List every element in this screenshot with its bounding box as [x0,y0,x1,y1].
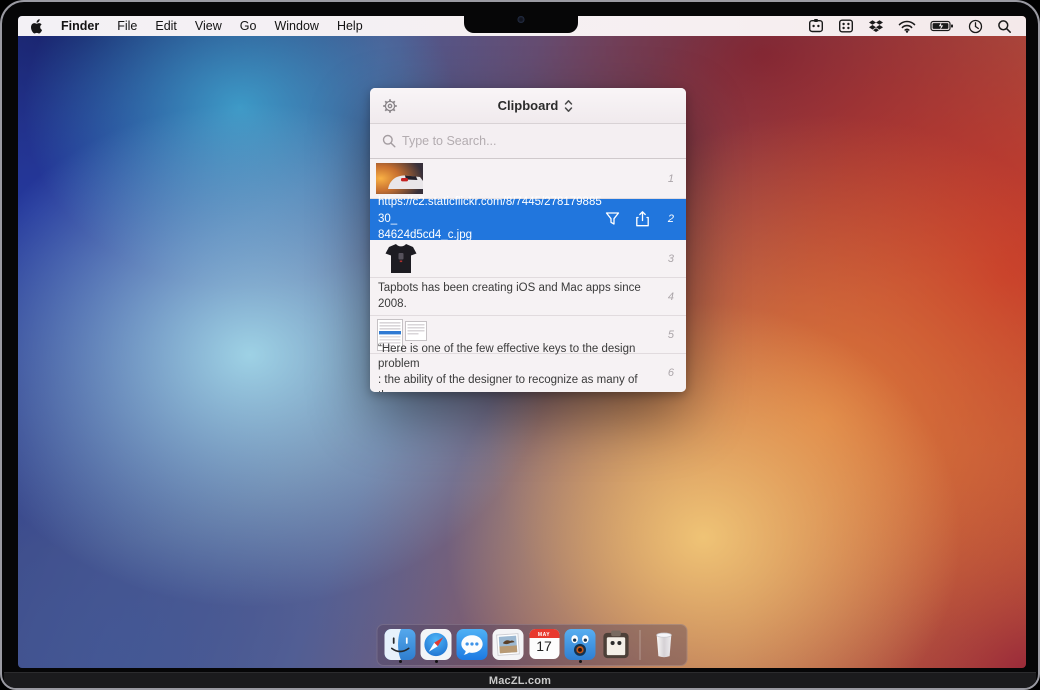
webcam-icon [518,16,525,23]
battery-charging-icon[interactable] [930,19,954,33]
pastebot-icon [601,629,632,660]
calendar-day: 17 [529,638,559,654]
calendar-month: MAY [529,632,559,638]
clipboard-text: Tapbots has been creating iOS and Mac ap… [370,281,686,312]
tweetbot-icon [565,629,596,660]
share-icon[interactable] [635,211,650,228]
messages-icon [457,629,488,660]
apple-logo-icon [30,19,43,34]
dock-calendar[interactable]: MAY 17 [528,626,561,664]
dock-photos[interactable] [492,626,525,664]
menu-item-file[interactable]: File [117,19,137,33]
filter-funnel-icon[interactable] [605,212,620,227]
desktop-wallpaper: Finder File Edit View Go Window Help [18,16,1026,668]
laptop-chin: MacZL.com [4,672,1036,688]
grid-app-menu-icon[interactable] [838,18,854,34]
menu-item-go[interactable]: Go [240,19,257,33]
calendar-icon: MAY 17 [529,629,559,659]
dock-safari[interactable] [420,626,453,664]
t-shirt-thumbnail [380,242,422,276]
item-number: 2 [668,213,674,225]
pastebot-menu-icon[interactable] [808,18,824,34]
clipboard-item-4[interactable]: Tapbots has been creating iOS and Mac ap… [370,278,686,316]
running-indicator [579,660,582,663]
car-photo-thumbnail [376,163,423,194]
clipboard-quote-text: “Here is one of the few effective keys t… [370,342,686,392]
menu-item-view[interactable]: View [195,19,222,33]
trash-icon [649,629,680,660]
camera-housing [464,4,578,33]
safari-icon [421,629,452,660]
dock: MAY 17 [377,624,688,666]
wifi-icon[interactable] [898,19,916,33]
dock-separator [640,630,641,660]
clipboard-item-1[interactable]: 1 [370,159,686,199]
clipboard-item-3[interactable]: 3 [370,240,686,278]
item-number: 6 [668,367,674,379]
window-title: Clipboard [370,98,686,113]
menu-item-edit[interactable]: Edit [155,19,177,33]
running-indicator [435,660,438,663]
search-bar[interactable] [370,124,686,159]
clipboard-item-2-selected[interactable]: https://c2.staticflickr.com/8/7445/27817… [370,199,686,240]
clipboard-item-6[interactable]: “Here is one of the few effective keys t… [370,354,686,392]
dock-trash[interactable] [648,626,681,664]
macbook-frame: Finder File Edit View Go Window Help [0,0,1040,690]
item-number: 3 [668,253,674,265]
item-number: 4 [668,291,674,303]
clipboard-url-text: https://c2.staticflickr.com/8/7445/27817… [370,194,608,244]
search-icon [382,134,396,148]
item-number: 1 [668,173,674,185]
apple-menu[interactable] [30,19,43,34]
pastebot-clipboard-window: Clipboard [370,88,686,392]
spotlight-icon[interactable] [997,19,1012,34]
search-input[interactable] [402,134,676,148]
pasteboard-selector-chevrons-icon[interactable] [564,99,573,116]
dock-finder[interactable] [384,626,417,664]
menu-item-window[interactable]: Window [274,19,318,33]
menu-item-help[interactable]: Help [337,19,363,33]
clock-icon[interactable] [968,19,983,34]
item-number: 5 [668,329,674,341]
dock-tweetbot[interactable] [564,626,597,664]
dropbox-icon[interactable] [868,19,884,34]
dock-pastebot[interactable] [600,626,633,664]
window-titlebar[interactable]: Clipboard [370,88,686,124]
photos-icon [493,629,524,660]
menu-item-finder[interactable]: Finder [61,19,99,33]
finder-icon [385,629,416,660]
watermark-text: MacZL.com [489,675,551,687]
running-indicator [399,660,402,663]
dock-messages[interactable] [456,626,489,664]
